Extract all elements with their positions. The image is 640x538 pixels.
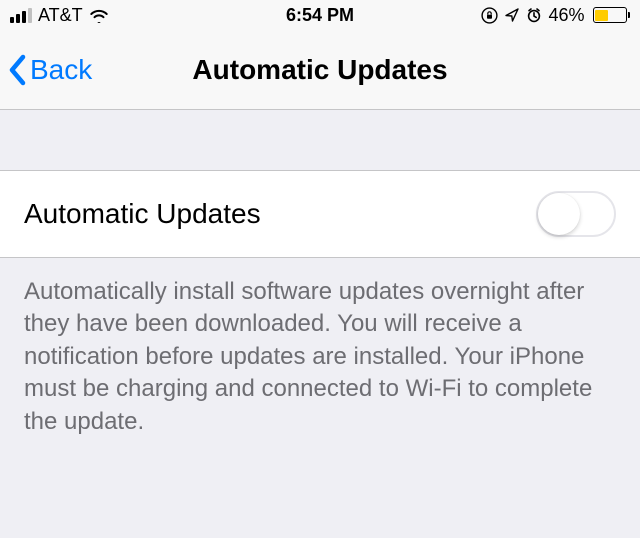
status-bar: AT&T 6:54 PM: [0, 0, 640, 30]
toggle-knob: [538, 193, 580, 235]
cellular-signal-icon: [10, 7, 32, 23]
status-time: 6:54 PM: [286, 5, 354, 26]
automatic-updates-label: Automatic Updates: [24, 198, 261, 230]
page-title: Automatic Updates: [192, 54, 447, 86]
wifi-icon: [89, 8, 109, 23]
back-label: Back: [30, 54, 92, 86]
chevron-left-icon: [8, 53, 28, 87]
automatic-updates-toggle[interactable]: [536, 191, 616, 237]
nav-bar: Back Automatic Updates: [0, 30, 640, 110]
status-right: 46%: [481, 5, 630, 26]
battery-percent-label: 46%: [548, 5, 584, 26]
alarm-icon: [526, 7, 542, 23]
battery-icon: [593, 7, 631, 23]
content-area: Automatic Updates Automatically install …: [0, 110, 640, 456]
automatic-updates-row: Automatic Updates: [0, 170, 640, 258]
rotation-lock-icon: [481, 7, 498, 24]
location-icon: [504, 7, 520, 23]
setting-footer-text: Automatically install software updates o…: [0, 258, 640, 456]
status-left: AT&T: [10, 5, 109, 26]
carrier-label: AT&T: [38, 5, 83, 26]
battery-fill: [595, 10, 608, 21]
back-button[interactable]: Back: [8, 53, 92, 87]
